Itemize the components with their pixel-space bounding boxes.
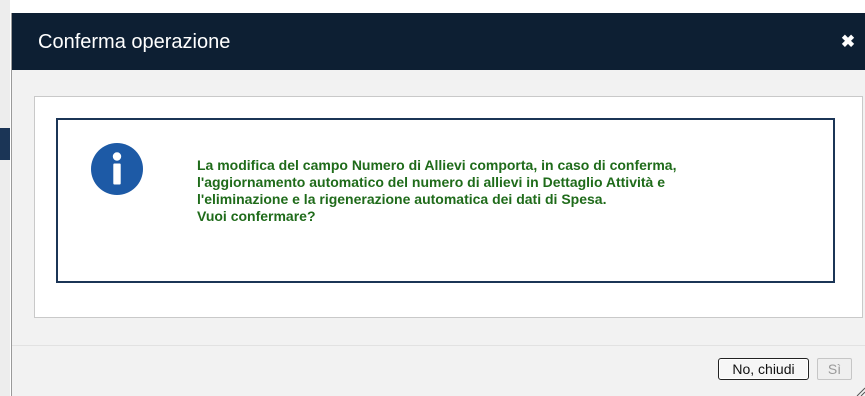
dialog-titlebar: Conferma operazione ✖ (12, 13, 865, 70)
background-page-edge (0, 0, 10, 396)
confirm-dialog: Conferma operazione ✖ La modifica del ca… (11, 13, 865, 396)
message-box: La modifica del campo Numero di Allievi … (56, 118, 835, 283)
message-line: Vuoi confermare? (197, 208, 316, 224)
confirmation-message: La modifica del campo Numero di Allievi … (197, 157, 817, 225)
dialog-title: Conferma operazione (38, 31, 231, 53)
background-page-header-strip (0, 128, 10, 160)
message-line: l'aggiornamento automatico del numero di… (197, 174, 665, 190)
close-icon[interactable]: ✖ (839, 33, 857, 51)
yes-button[interactable]: Sì (817, 358, 852, 380)
dialog-content: La modifica del campo Numero di Allievi … (34, 96, 863, 318)
no-close-button[interactable]: No, chiudi (718, 358, 809, 380)
footer-divider (12, 345, 865, 346)
message-line: l'eliminazione e la rigenerazione automa… (197, 191, 607, 207)
resize-grip-icon[interactable] (855, 386, 865, 396)
message-line: La modifica del campo Numero di Allievi … (197, 157, 677, 173)
info-icon (91, 143, 143, 195)
